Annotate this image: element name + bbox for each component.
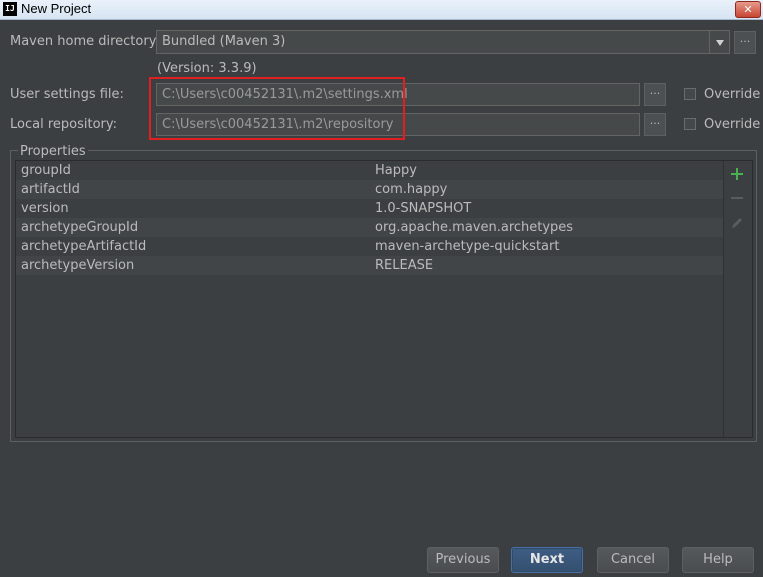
minus-icon[interactable]: [729, 190, 745, 206]
window-title: New Project: [21, 1, 92, 16]
local-repo-browse-button[interactable]: ...: [644, 113, 666, 136]
title-bar: IJ New Project ✕: [0, 0, 763, 20]
property-value: RELEASE: [375, 258, 434, 273]
property-key: artifactId: [21, 182, 80, 197]
next-button[interactable]: Next: [511, 547, 583, 573]
pencil-icon[interactable]: [729, 215, 745, 231]
user-settings-override-label: Override: [704, 87, 761, 102]
table-row[interactable]: version 1.0-SNAPSHOT: [16, 199, 723, 218]
property-key: archetypeGroupId: [21, 220, 139, 235]
property-key: groupId: [21, 163, 71, 178]
previous-button[interactable]: Previous: [427, 547, 499, 573]
user-settings-label: User settings file:: [10, 87, 124, 102]
properties-group-title: Properties: [18, 144, 88, 159]
plus-icon[interactable]: [729, 166, 745, 182]
cancel-button[interactable]: Cancel: [597, 547, 669, 573]
user-settings-field[interactable]: C:\Users\c00452131\.m2\settings.xml: [156, 83, 640, 106]
local-repo-field[interactable]: C:\Users\c00452131\.m2\repository: [156, 113, 640, 136]
local-repo-override-checkbox[interactable]: [684, 118, 696, 130]
property-key: archetypeVersion: [21, 258, 135, 273]
maven-home-select[interactable]: Bundled (Maven 3): [156, 30, 710, 54]
chevron-down-icon[interactable]: [709, 30, 730, 54]
property-value: 1.0-SNAPSHOT: [375, 201, 472, 216]
maven-home-label: Maven home directory:: [10, 34, 160, 49]
close-button[interactable]: ✕: [735, 1, 761, 18]
local-repo-label: Local repository:: [10, 117, 117, 132]
user-settings-override-checkbox[interactable]: [684, 88, 696, 100]
property-key: archetypeArtifactId: [21, 239, 147, 254]
property-value: Happy: [375, 163, 417, 178]
table-row[interactable]: artifactId com.happy: [16, 180, 723, 199]
property-value: com.happy: [375, 182, 448, 197]
local-repo-override-label: Override: [704, 117, 761, 132]
property-value: maven-archetype-quickstart: [375, 239, 560, 254]
help-button[interactable]: Help: [682, 547, 754, 573]
maven-version-text: (Version: 3.3.9): [157, 61, 257, 76]
intellij-app-icon: IJ: [3, 2, 17, 16]
maven-home-browse-button[interactable]: ...: [734, 31, 756, 54]
user-settings-browse-button[interactable]: ...: [644, 83, 666, 106]
table-row[interactable]: archetypeArtifactId maven-archetype-quic…: [16, 237, 723, 256]
properties-table: groupId Happy artifactId com.happy versi…: [16, 161, 724, 437]
property-key: version: [21, 201, 69, 216]
property-value: org.apache.maven.archetypes: [375, 220, 574, 235]
table-row[interactable]: archetypeGroupId org.apache.maven.archet…: [16, 218, 723, 237]
table-row[interactable]: archetypeVersion RELEASE: [16, 256, 723, 275]
table-row[interactable]: groupId Happy: [16, 161, 723, 180]
